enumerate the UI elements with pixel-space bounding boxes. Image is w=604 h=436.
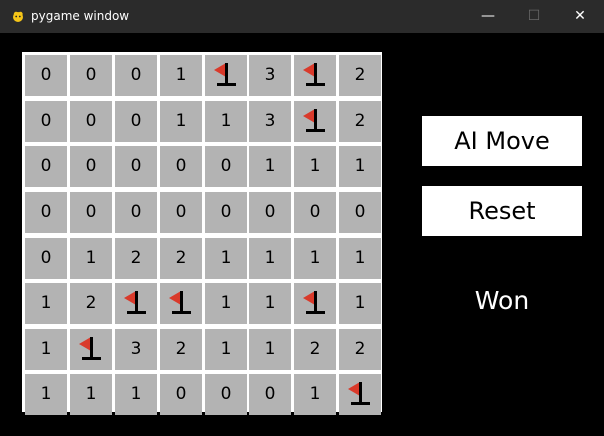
flag-icon (294, 55, 336, 96)
board-cell[interactable]: 0 (249, 374, 291, 415)
board-cell[interactable]: 0 (25, 238, 67, 279)
board-cell[interactable]: 0 (70, 146, 112, 187)
flag-icon (160, 283, 202, 324)
board-cell[interactable]: 3 (249, 55, 291, 96)
board-cell[interactable] (294, 283, 336, 324)
ai-move-button[interactable]: AI Move (422, 116, 582, 166)
board-cell[interactable]: 0 (294, 192, 336, 233)
board-cell[interactable]: 3 (115, 329, 157, 370)
board-cell[interactable]: 0 (115, 101, 157, 142)
board-cell[interactable] (115, 283, 157, 324)
board-cell[interactable]: 0 (70, 55, 112, 96)
board-cell[interactable]: 2 (339, 101, 381, 142)
board-cell[interactable]: 3 (249, 101, 291, 142)
board-cell[interactable]: 0 (160, 146, 202, 187)
maximize-icon: ☐ (527, 8, 541, 24)
board-cell[interactable]: 0 (25, 192, 67, 233)
board-cell[interactable] (339, 374, 381, 415)
board-cell[interactable]: 1 (339, 146, 381, 187)
board-cell[interactable]: 0 (205, 146, 247, 187)
board-cell[interactable]: 1 (205, 283, 247, 324)
board-cell[interactable]: 2 (294, 329, 336, 370)
board-cell[interactable]: 2 (160, 238, 202, 279)
minimize-icon: — (481, 8, 495, 24)
board-cell[interactable]: 1 (294, 146, 336, 187)
board-cell[interactable]: 1 (160, 101, 202, 142)
flag-icon (205, 55, 247, 96)
board-cell[interactable]: 0 (25, 146, 67, 187)
board-cell[interactable]: 0 (115, 55, 157, 96)
flag-icon (339, 374, 381, 415)
board-cell[interactable] (160, 283, 202, 324)
board-cell[interactable]: 2 (339, 55, 381, 96)
board-cell[interactable]: 1 (249, 283, 291, 324)
board-cell[interactable]: 1 (115, 374, 157, 415)
board-cell[interactable]: 0 (25, 101, 67, 142)
board-cell[interactable]: 1 (294, 374, 336, 415)
flag-icon (115, 283, 157, 324)
board-cell[interactable] (294, 55, 336, 96)
title-bar[interactable]: pygame window — ☐ ✕ (0, 0, 604, 33)
board-cell[interactable]: 0 (205, 374, 247, 415)
board-cell[interactable]: 2 (70, 283, 112, 324)
board-cell[interactable] (205, 55, 247, 96)
board-cell[interactable]: 0 (70, 192, 112, 233)
board-cell[interactable]: 1 (249, 329, 291, 370)
reset-button[interactable]: Reset (422, 186, 582, 236)
board-cell[interactable]: 0 (249, 192, 291, 233)
minesweeper-board: 0001320001132000001110000000001221111121… (22, 52, 382, 415)
board-cell[interactable] (294, 101, 336, 142)
board-cell[interactable]: 1 (70, 238, 112, 279)
board-cell[interactable]: 0 (70, 101, 112, 142)
board-cell[interactable]: 0 (339, 192, 381, 233)
game-status: Won (474, 286, 530, 315)
pygame-icon (13, 11, 23, 22)
flag-icon (294, 283, 336, 324)
board-cell[interactable]: 0 (160, 192, 202, 233)
close-button[interactable]: ✕ (557, 0, 603, 33)
board-cell[interactable]: 1 (249, 238, 291, 279)
board-cell[interactable]: 1 (205, 101, 247, 142)
close-icon: ✕ (574, 8, 586, 24)
board-cell[interactable]: 2 (339, 329, 381, 370)
board-cell[interactable]: 2 (160, 329, 202, 370)
board-cell[interactable]: 1 (70, 374, 112, 415)
minimize-button[interactable]: — (465, 0, 511, 33)
board-cell[interactable]: 0 (115, 146, 157, 187)
pygame-window: pygame window — ☐ ✕ 00013200011320000011… (0, 0, 604, 436)
board-cell[interactable]: 1 (249, 146, 291, 187)
board-cell[interactable]: 1 (25, 329, 67, 370)
board-cell[interactable]: 1 (205, 329, 247, 370)
maximize-button[interactable]: ☐ (511, 0, 557, 33)
board-cell[interactable]: 1 (25, 374, 67, 415)
flag-icon (294, 101, 336, 142)
flag-icon (70, 329, 112, 370)
board-cell[interactable]: 0 (205, 192, 247, 233)
board-cell[interactable]: 0 (25, 55, 67, 96)
board-cell[interactable]: 1 (25, 283, 67, 324)
board-cell[interactable]: 1 (339, 238, 381, 279)
board-cell[interactable]: 1 (294, 238, 336, 279)
board-cell[interactable]: 0 (160, 374, 202, 415)
board-cell[interactable]: 1 (205, 238, 247, 279)
board-cell[interactable]: 0 (115, 192, 157, 233)
board-cell[interactable]: 1 (339, 283, 381, 324)
board-cell[interactable]: 1 (160, 55, 202, 96)
board-cell[interactable] (70, 329, 112, 370)
window-title: pygame window (31, 9, 130, 23)
board-cell[interactable]: 2 (115, 238, 157, 279)
